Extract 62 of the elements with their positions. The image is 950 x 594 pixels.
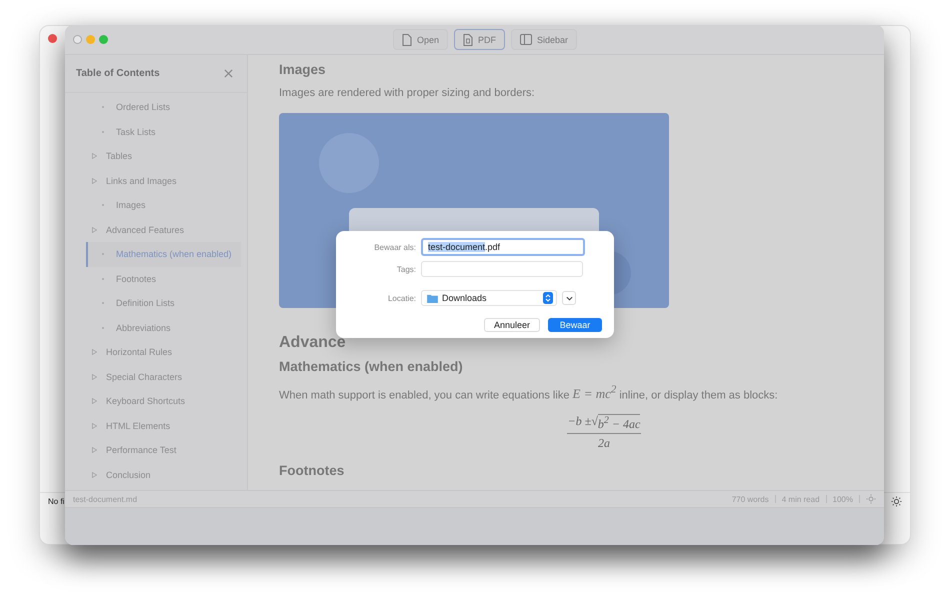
toc-item[interactable]: Definition Lists (86, 291, 241, 316)
toolbar-button[interactable]: Sidebar (511, 29, 578, 50)
toc-item[interactable]: Footnotes (86, 266, 241, 291)
toc-item[interactable]: Keyboard Shortcuts (86, 389, 241, 414)
toc-item[interactable]: Abbreviations (86, 316, 241, 340)
status-text: No fi (48, 496, 64, 506)
dialog-button[interactable]: Annuleer (484, 318, 540, 332)
toc-item[interactable]: Mathematics (when enabled) (86, 242, 241, 266)
location-dropdown[interactable]: Downloads (421, 290, 557, 306)
toc-item[interactable]: Performance Test (86, 438, 241, 462)
sidebar-title: Table of Contents (76, 68, 160, 79)
toc-item[interactable]: Horizontal Rules (86, 340, 241, 364)
chevron-icon (566, 296, 572, 300)
close-button[interactable] (73, 35, 82, 44)
toc-item[interactable]: Conclusion (86, 462, 241, 487)
paragraph: When math support is enabled, you can write equations like E = mc$^{2}$ inline, or display them as blocks: (279, 384, 779, 402)
status-text: 100% (832, 494, 853, 504)
toc-item[interactable]: Tables (86, 144, 241, 168)
field-label: Bewaar als: (373, 242, 417, 252)
toolbar-button[interactable]: PDF (454, 29, 506, 50)
sidebar-icon (520, 34, 532, 45)
field-label: Locatie: (386, 294, 417, 302)
expand-triangle-icon[interactable] (92, 374, 97, 380)
stepper-icon (543, 292, 553, 304)
expand-triangle-icon[interactable] (92, 178, 97, 184)
sun-icon[interactable] (891, 496, 902, 506)
expand-triangle-icon[interactable] (92, 447, 97, 454)
file-name: test-document.md (73, 494, 138, 504)
section-heading: Images (279, 62, 327, 77)
input-field[interactable]: test-document.pdf (421, 238, 585, 256)
field-label: Tags: (396, 264, 417, 274)
status-text: 770 words (732, 494, 769, 504)
close-icon[interactable] (224, 69, 233, 78)
close-button[interactable] (48, 34, 57, 43)
folder-icon (427, 294, 438, 302)
dialog-button[interactable]: Bewaar (548, 318, 602, 332)
expand-triangle-icon[interactable] (92, 422, 97, 429)
toc-item[interactable]: Ordered Lists (86, 95, 241, 120)
toc-item[interactable]: Advanced Features (86, 218, 241, 242)
input-field[interactable] (421, 261, 583, 277)
section-heading: Advance (279, 334, 347, 352)
paragraph: Images are rendered with proper sizing and borders: (279, 87, 536, 99)
toc-item[interactable]: Images (86, 193, 241, 218)
section-heading: Footnotes (279, 463, 346, 478)
expand-triangle-icon[interactable] (92, 226, 97, 233)
toc-item[interactable]: Special Characters (86, 364, 241, 389)
expand-triangle-icon[interactable] (92, 153, 97, 160)
expand-triangle-icon[interactable] (92, 472, 97, 478)
toc-item[interactable]: Task Lists (86, 120, 241, 144)
toolbar-button[interactable]: Open (393, 29, 448, 50)
math-formula: −b ±√b$^{2}$ − 4ac 2a (566, 414, 642, 452)
status-text: 4 min read (782, 494, 820, 504)
expand-triangle-icon[interactable] (92, 398, 97, 404)
minimize-button[interactable] (86, 35, 95, 44)
section-heading: Mathematics (when enabled) (279, 359, 464, 374)
zoom-button[interactable] (99, 35, 108, 44)
document-icon (463, 34, 474, 46)
toc-item[interactable]: Links and Images (86, 168, 241, 193)
expand-triangle-icon[interactable] (92, 349, 97, 356)
expand-button[interactable] (562, 291, 576, 305)
document-icon (402, 34, 412, 46)
toc-item[interactable]: HTML Elements (86, 414, 241, 438)
